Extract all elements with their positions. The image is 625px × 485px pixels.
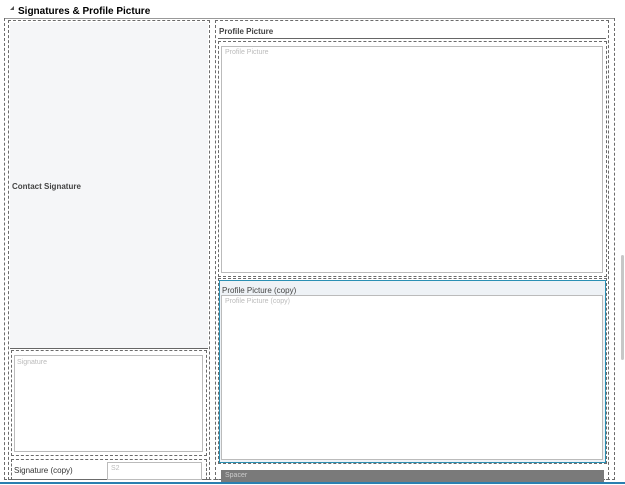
profile-picture-copy-label: Profile Picture (copy)	[222, 286, 297, 295]
spacer-label: Spacer	[225, 472, 248, 479]
profile-picture-copy-placeholder: Profile Picture (copy)	[225, 298, 290, 305]
signature-copy-input[interactable]	[107, 462, 202, 480]
collapse-triangle-icon[interactable]	[10, 6, 14, 10]
contact-signature-label: Contact Signature	[12, 182, 81, 191]
scrollbar-thumb[interactable]	[621, 255, 624, 360]
signature-copy-value: S2	[111, 465, 120, 472]
section-title: Signatures & Profile Picture	[18, 5, 151, 17]
left-divider	[10, 348, 208, 349]
profile-picture-field[interactable]	[221, 46, 603, 273]
profile-picture-underline	[218, 38, 606, 39]
bottom-accent-line	[0, 482, 625, 484]
profile-picture-placeholder: Profile Picture	[225, 49, 269, 56]
signature-placeholder: Signature	[17, 359, 47, 366]
spacer-bar[interactable]	[221, 470, 604, 482]
signature-field[interactable]	[14, 355, 203, 452]
profile-picture-copy-field[interactable]	[221, 295, 603, 460]
profile-picture-label: Profile Picture	[219, 27, 274, 36]
vertical-scrollbar[interactable]	[618, 0, 625, 485]
signature-copy-label: Signature (copy)	[14, 466, 73, 475]
